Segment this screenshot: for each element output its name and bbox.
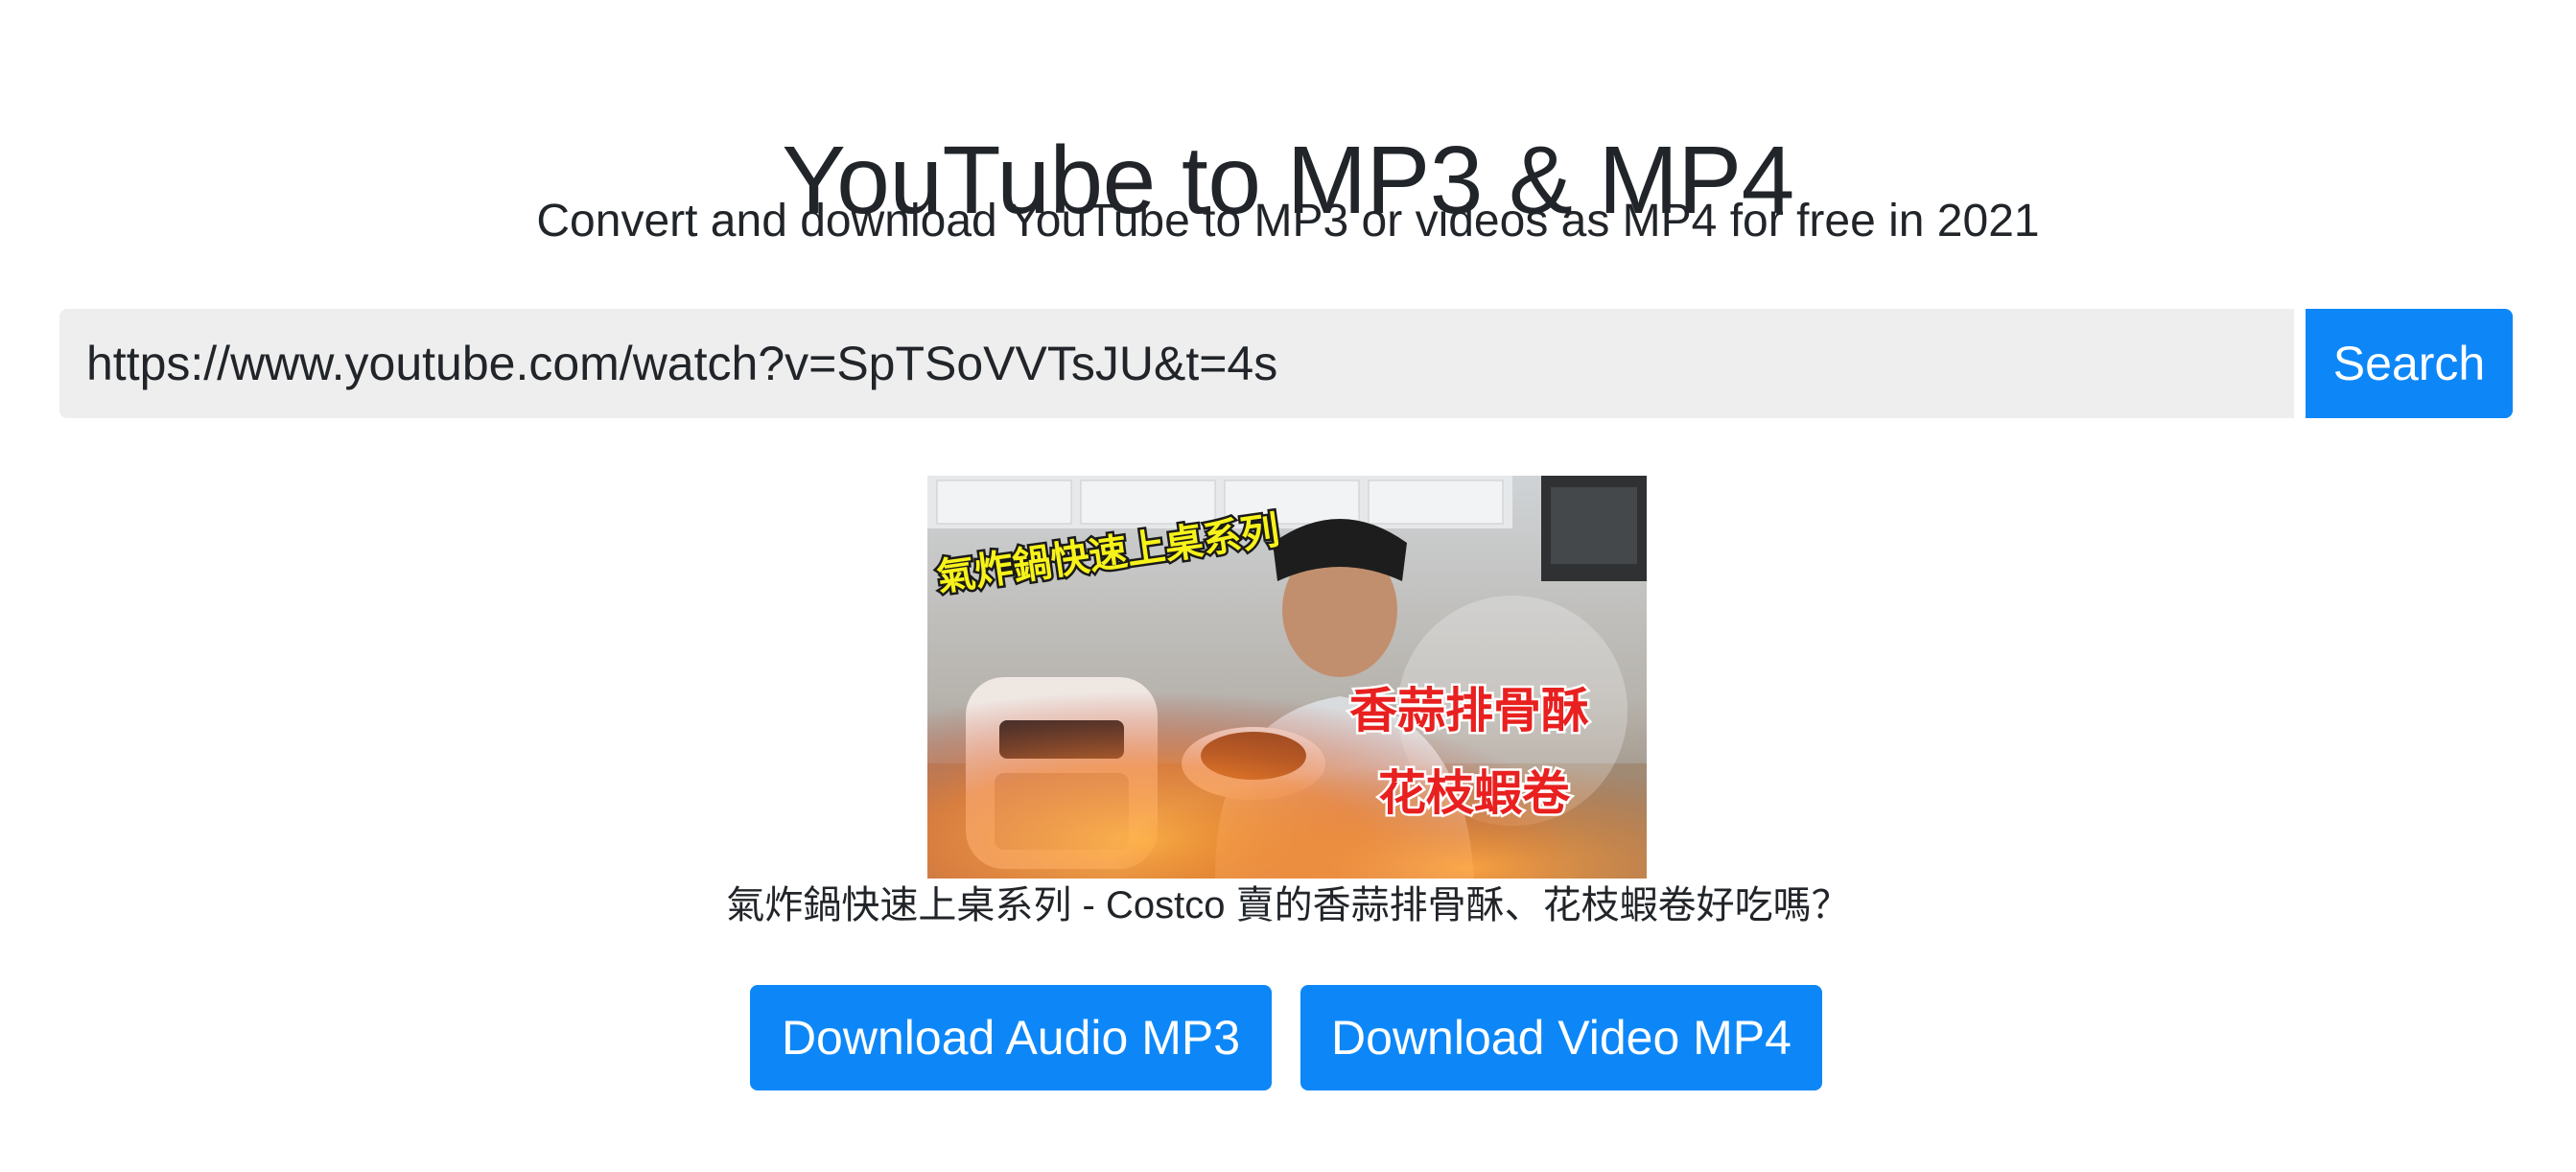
search-button[interactable]: Search: [2306, 309, 2513, 418]
video-thumbnail: 氣炸鍋快速上桌系列 香蒜排骨酥 花枝蝦卷: [927, 476, 1647, 879]
page-subtitle: Convert and download YouTube to MP3 or v…: [536, 196, 2040, 246]
video-title: 氣炸鍋快速上桌系列 - Costco 賣的香蒜排骨酥、花枝蝦卷好吃嗎？: [726, 884, 1850, 926]
thumbnail-line1-text: 香蒜排骨酥: [1349, 683, 1589, 738]
url-input[interactable]: [59, 309, 2294, 418]
search-bar: Search: [59, 309, 2513, 418]
download-mp4-button[interactable]: Download Video MP4: [1300, 985, 1822, 1090]
download-mp3-button[interactable]: Download Audio MP3: [750, 985, 1272, 1090]
thumbnail-line2-text: 花枝蝦卷: [1378, 765, 1571, 821]
